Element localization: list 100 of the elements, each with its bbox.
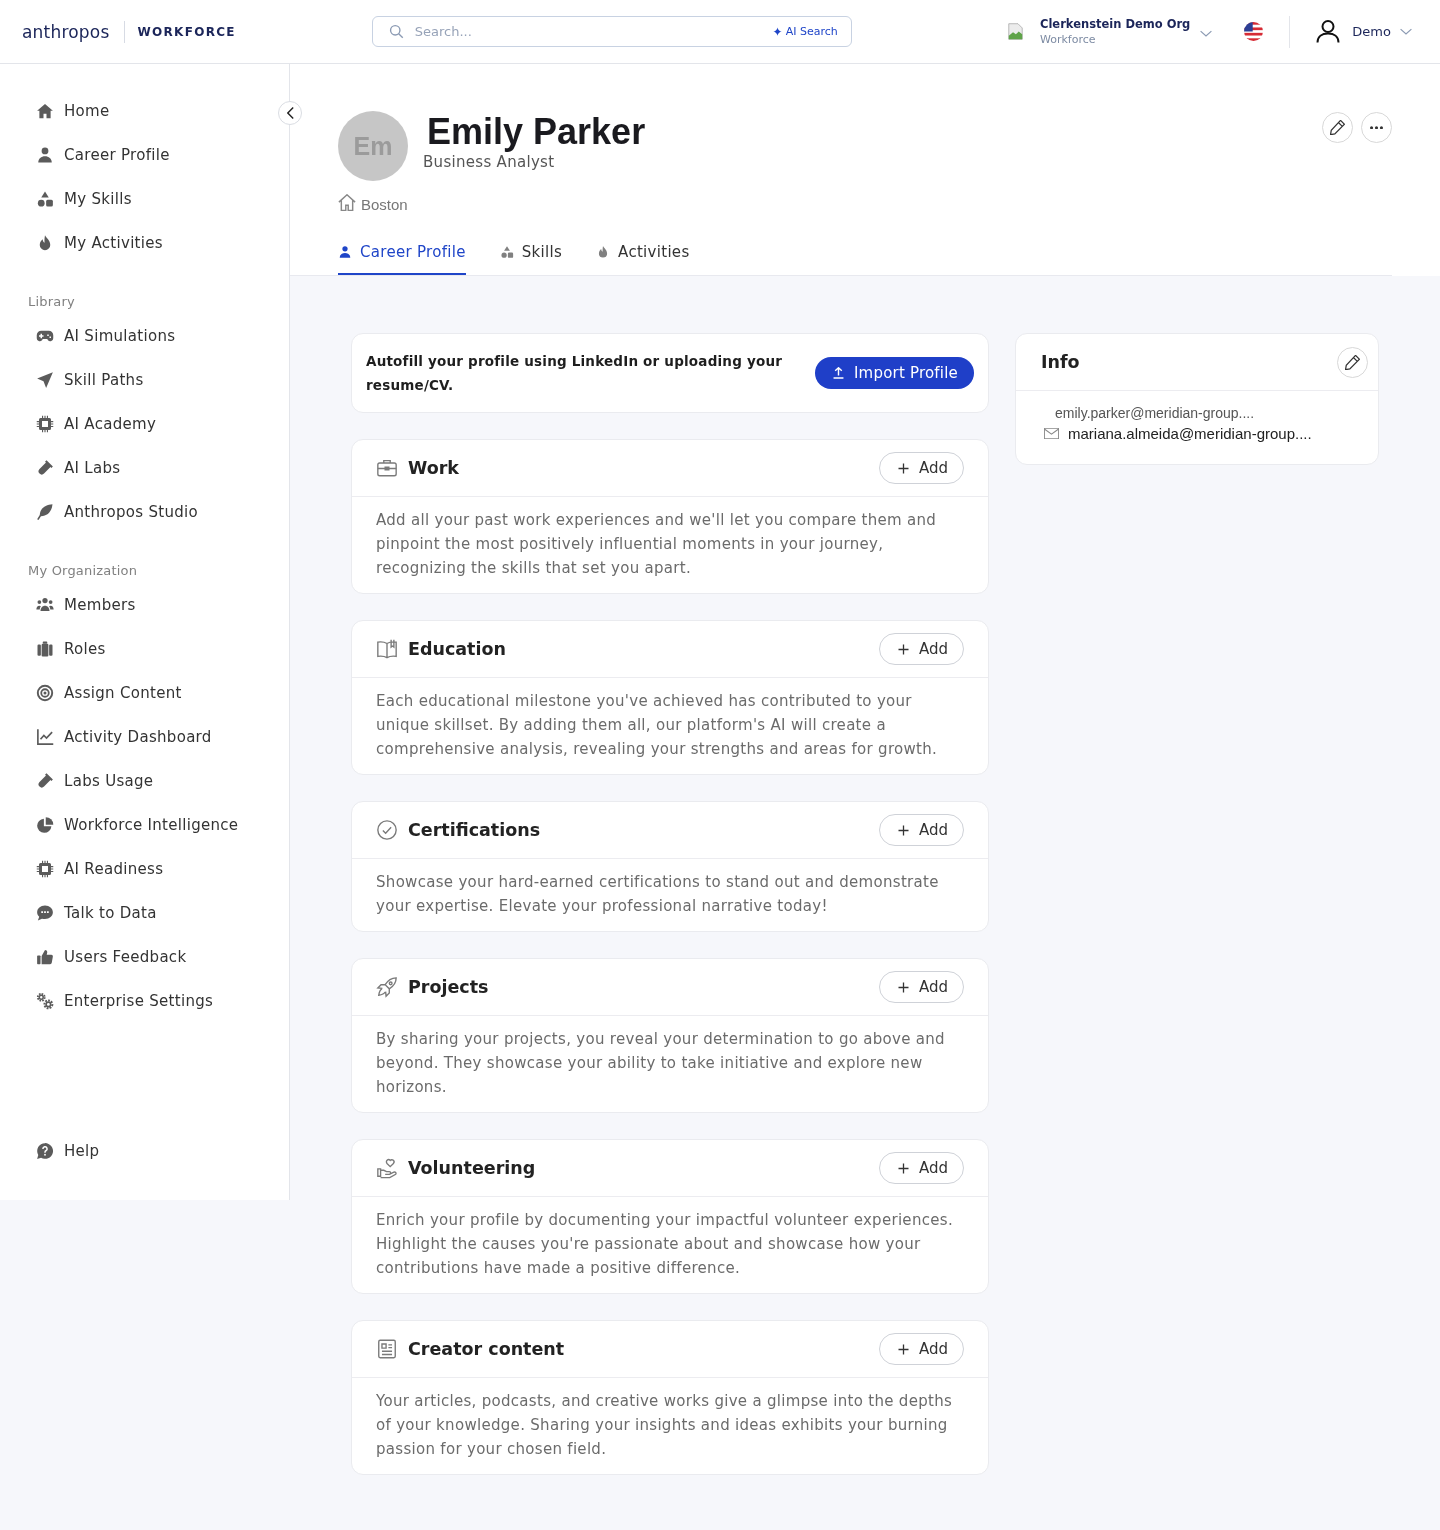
section-description: By sharing your projects, you reveal your determination to go above and beyond. They showcase your ability to take initiative and explore new horizons. [375, 1029, 946, 1098]
sidebar-item[interactable]: AI Readiness [36, 847, 164, 891]
pie-chart-icon [36, 816, 54, 834]
org-name: Clerkenstein Demo Org [1040, 17, 1191, 31]
section-title: Volunteering [408, 1158, 537, 1178]
sidebar-item[interactable]: Enterprise Settings [36, 979, 214, 1023]
plus-icon [897, 462, 909, 474]
tab[interactable]: Career Profile [338, 237, 466, 275]
home-icon [36, 102, 54, 120]
org-switcher[interactable]: Clerkenstein Demo Org Workforce [1008, 17, 1213, 46]
plus-icon [897, 643, 909, 655]
thumbs-up-icon [36, 948, 54, 966]
sidebar-item[interactable]: My Skills [36, 177, 132, 221]
logo-wordmark[interactable]: anthropos [22, 21, 110, 42]
shapes-icon [499, 245, 514, 259]
sidebar-item[interactable]: Assign Content [36, 671, 182, 715]
pencil-icon [1330, 120, 1345, 135]
line-chart-icon [36, 728, 54, 746]
section-description: Showcase your hard-earned certifications to stand out and demonstrate your expertise. Elevate your professional narrative today! [375, 872, 940, 917]
add-button[interactable]: Add [878, 633, 964, 665]
newspaper-icon [376, 1338, 398, 1360]
more-options-button[interactable] [1361, 112, 1392, 143]
search-field[interactable]: Search... AI Search [371, 16, 852, 47]
tab[interactable]: Skills [499, 237, 563, 275]
chat-bubble-icon [36, 904, 54, 922]
edit-info-button[interactable] [1337, 346, 1368, 378]
chip-icon [36, 415, 54, 433]
add-button[interactable]: Add [878, 971, 964, 1003]
home-outline-icon [338, 193, 356, 211]
org-subtitle: Workforce [1040, 33, 1097, 46]
section-title: Creator content [408, 1339, 566, 1359]
rocket-icon [376, 976, 398, 998]
plus-icon [897, 1343, 909, 1355]
location-text: Boston [361, 195, 408, 213]
email-label: emily.parker@meridian-group.... [1054, 405, 1256, 421]
sidebar-item[interactable]: Members [36, 583, 136, 627]
ai-search-button[interactable]: AI Search [772, 25, 838, 38]
import-profile-button[interactable]: Import Profile [815, 357, 974, 389]
section-title: Certifications [408, 820, 542, 840]
search-icon [388, 24, 404, 39]
chevron-down-icon [1400, 28, 1412, 35]
sidebar-item[interactable]: Talk to Data [36, 891, 157, 935]
people-icon [36, 596, 54, 614]
more-dots-icon [1370, 125, 1383, 130]
autofill-text: Autofill your profile using LinkedIn or uploading your resume/CV. [366, 352, 784, 395]
sidebar-item[interactable]: AI Simulations [36, 314, 176, 358]
paper-plane-icon [36, 371, 54, 389]
sparkle-icon [772, 27, 782, 36]
briefcase-icon [376, 457, 398, 479]
open-book-icon [376, 638, 398, 660]
flag-icon[interactable] [1244, 22, 1264, 41]
add-button[interactable]: Add [878, 1152, 964, 1184]
section-title: Projects [408, 977, 490, 997]
luggage-icon [36, 640, 54, 658]
add-button[interactable]: Add [878, 814, 964, 846]
test-tube-icon [36, 459, 54, 477]
upload-icon [833, 367, 844, 379]
check-circle-icon [376, 819, 398, 841]
user-menu-button[interactable]: Demo [1316, 19, 1412, 44]
plus-icon [897, 824, 909, 836]
section-description: Each educational milestone you've achieved has contributed to your unique skillset. By adding them all, our platform's AI will create a comprehensive analysis, revealing your strengths and areas for growth. [375, 691, 939, 760]
sidebar-item[interactable]: Help [36, 1129, 100, 1173]
chevron-left-icon [286, 107, 294, 119]
email-address: mariana.almeida@meridian-group.... [1068, 425, 1312, 442]
feather-icon [36, 503, 54, 521]
section-description: Enrich your profile by documenting your impactful volunteer experiences. Highlight the causes you're passionate about and showcase how your contributions have made a positive difference. [375, 1210, 954, 1279]
sidebar-section-label: My Organization [28, 562, 138, 579]
job-title: Business Analyst [423, 153, 556, 171]
sidebar-item[interactable]: AI Academy [36, 402, 157, 446]
sidebar-section-label: Library [28, 293, 75, 310]
sidebar-item[interactable]: AI Labs [36, 446, 121, 490]
sidebar-item[interactable]: Anthropos Studio [36, 490, 199, 534]
sidebar-item[interactable]: My Activities [36, 221, 163, 265]
add-button[interactable]: Add [878, 1333, 964, 1365]
product-name: WORKFORCE [137, 24, 236, 39]
user-icon [1316, 19, 1341, 44]
gears-icon [36, 992, 54, 1010]
edit-profile-button[interactable] [1322, 112, 1353, 143]
section-description: Your articles, podcasts, and creative works give a glimpse into the depths of your knowledge. Sharing your insights and ideas exhibits your burning passion for your chosen field. [375, 1391, 954, 1460]
tab[interactable]: Activities [596, 237, 690, 275]
target-icon [36, 684, 54, 702]
sidebar-item[interactable]: Labs Usage [36, 759, 154, 803]
person-icon [338, 245, 352, 259]
hand-heart-icon [376, 1157, 398, 1179]
profile-name: Emily Parker [427, 112, 646, 152]
add-button[interactable]: Add [878, 452, 964, 484]
sidebar-item[interactable]: Home [36, 89, 110, 133]
sidebar-item[interactable]: Roles [36, 627, 106, 671]
sidebar-item[interactable]: Users Feedback [36, 935, 187, 979]
plus-icon [897, 981, 909, 993]
person-icon [36, 146, 54, 164]
sidebar-item[interactable]: Career Profile [36, 133, 170, 177]
section-title: Work [408, 458, 460, 478]
sidebar-item[interactable]: Skill Paths [36, 358, 144, 402]
info-title: Info [1041, 352, 1081, 372]
collapse-sidebar-button[interactable] [278, 101, 302, 125]
chevron-down-icon [1200, 30, 1213, 37]
sidebar-item[interactable]: Activity Dashboard [36, 715, 212, 759]
plus-icon [897, 1162, 909, 1174]
sidebar-item[interactable]: Workforce Intelligence [36, 803, 239, 847]
